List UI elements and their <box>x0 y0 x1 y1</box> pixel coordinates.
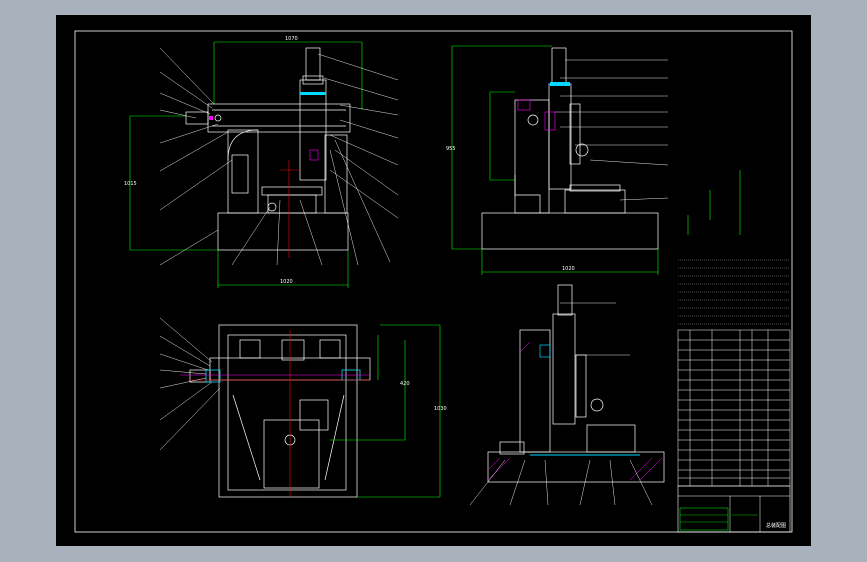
sheet-background <box>56 15 811 546</box>
title-block-name: 总装配图 <box>766 522 786 529</box>
dim-top-height: 1030 <box>434 406 447 412</box>
dim-side-base: 1020 <box>562 266 575 272</box>
cad-drawing-canvas: 1070 1015 1020 955 1020 1030 420 总装配图 <box>56 15 811 546</box>
dim-side-height: 955 <box>446 146 456 152</box>
dim-front-height: 1015 <box>124 181 137 187</box>
dim-front-base: 1020 <box>280 279 293 285</box>
dim-front-width: 1070 <box>285 36 298 42</box>
dim-top-height2: 420 <box>400 381 410 387</box>
